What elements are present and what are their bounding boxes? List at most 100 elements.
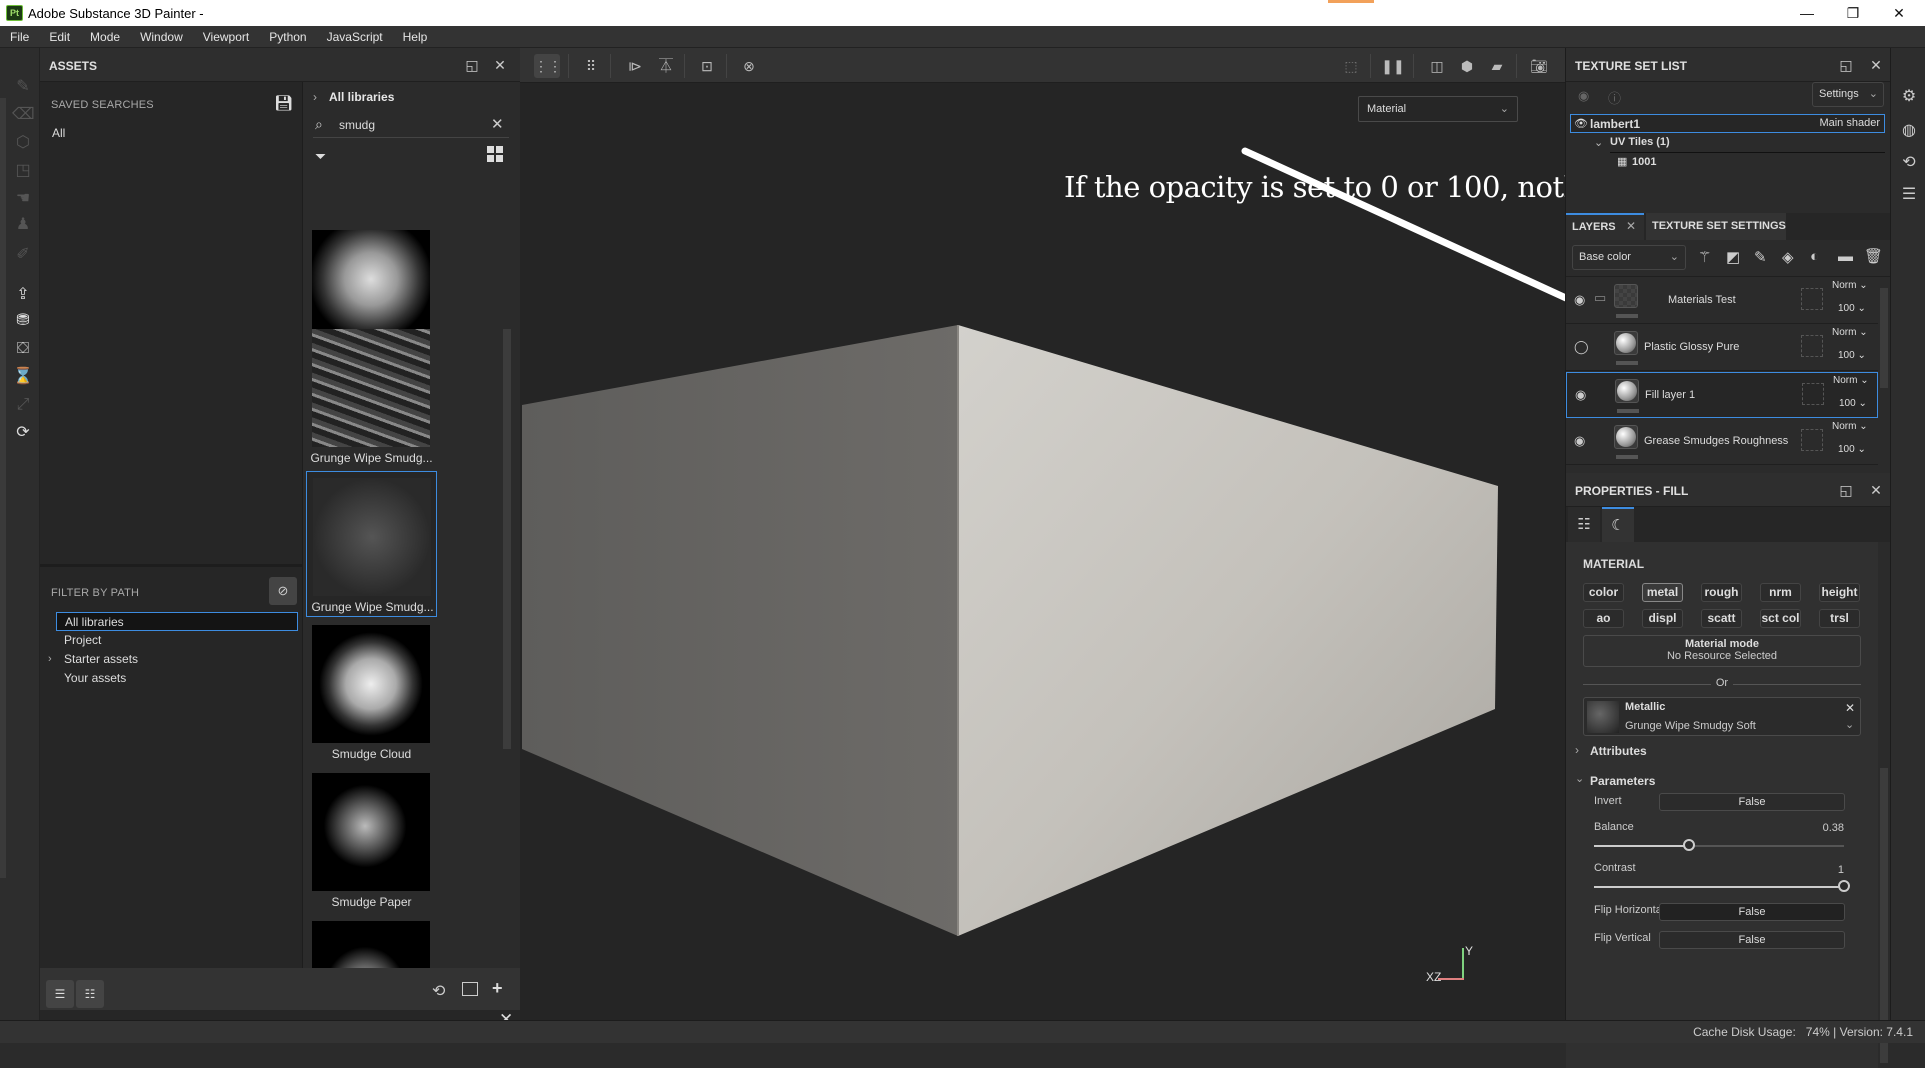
chevron-down-icon[interactable]: ⌄ [1594, 136, 1603, 149]
new-window-icon[interactable] [462, 982, 478, 996]
history-icon[interactable]: ⟲ [1899, 152, 1919, 172]
flip-vertical-toggle[interactable]: False [1659, 931, 1845, 949]
add-fill-layer-icon[interactable]: ◈ [1782, 248, 1794, 266]
layer-row[interactable]: ◉ Grease Smudges Roughness Norm ⌄ 100 ⌄ [1566, 419, 1878, 465]
filter-icon[interactable]: ⏷ [315, 148, 326, 165]
visibility-all-icon[interactable]: ◉ [1578, 88, 1589, 104]
delete-icon[interactable]: 🗑︎ [1864, 247, 1883, 265]
menu-file[interactable]: File [0, 26, 39, 48]
opacity[interactable]: 100 ⌄ [1838, 350, 1866, 361]
asset-item[interactable]: Smudge Cloud [306, 619, 437, 765]
menu-edit[interactable]: Edit [39, 26, 80, 48]
close-tab-icon[interactable]: ✕ [1626, 219, 1636, 233]
layer-row[interactable]: ◯ Plastic Glossy Pure Norm ⌄ 100 ⌄ [1566, 325, 1878, 371]
resource-slot[interactable]: Metallic Grunge Wipe Smudgy Soft ✕ ⌄ [1583, 697, 1861, 736]
scrollbar[interactable] [1880, 768, 1888, 1063]
blend-mode[interactable]: Norm ⌄ [1832, 421, 1868, 432]
folder-list-icon[interactable]: ☷ [76, 980, 104, 1008]
channel-nrm-button[interactable]: nrm [1760, 583, 1801, 602]
channel-displ-button[interactable]: displ [1642, 609, 1683, 628]
add-smart-material-icon[interactable]: ◐ [1810, 248, 1819, 265]
add-icon[interactable]: + [492, 978, 503, 999]
polygon-fill-icon[interactable]: ◳ [12, 160, 34, 182]
parameters-toggle[interactable]: Parameters [1590, 774, 1655, 788]
flip-horizontal-toggle[interactable]: False [1659, 903, 1845, 921]
opacity[interactable]: 100 ⌄ [1838, 303, 1866, 314]
save-search-list-icon[interactable]: ☰ [46, 980, 74, 1008]
channel-scatt-button[interactable]: scatt [1701, 609, 1742, 628]
channel-trsl-button[interactable]: trsl [1819, 609, 1860, 628]
saved-search-all[interactable]: All [52, 126, 65, 140]
close-window-button[interactable]: ✕ [1876, 0, 1922, 26]
maximize-button[interactable]: ❐ [1830, 0, 1876, 26]
menu-window[interactable]: Window [130, 26, 193, 48]
plugin-icon[interactable]: ⟳ [12, 422, 34, 444]
texture-set-row[interactable]: 👁︎ lambert1 Main shader [1570, 114, 1885, 133]
blend-mode[interactable]: Norm ⌄ [1833, 375, 1869, 386]
layer-mask-slot[interactable] [1801, 288, 1823, 310]
layer-name[interactable]: Fill layer 1 [1645, 389, 1695, 401]
add-paint-layer-icon[interactable]: ✎ [1754, 248, 1767, 266]
invert-toggle[interactable]: False [1659, 793, 1845, 811]
add-folder-icon[interactable]: ▬ [1838, 248, 1853, 265]
chevron-right-icon[interactable]: › [1575, 743, 1579, 757]
export-icon[interactable]: ⇪ [12, 284, 34, 306]
layer-name[interactable]: Materials Test [1668, 294, 1736, 306]
layer-mask-slot[interactable] [1802, 383, 1824, 405]
projection-icon[interactable]: ⬡ [12, 132, 34, 154]
menu-help[interactable]: Help [393, 26, 438, 48]
display-settings-icon[interactable]: ⚙ [1899, 86, 1919, 106]
menu-mode[interactable]: Mode [80, 26, 130, 48]
clone-stamp-icon[interactable]: ♟ [12, 214, 34, 236]
asset-item[interactable]: Grunge Wipe Smudg... [306, 323, 437, 469]
path-project[interactable]: Project [56, 631, 298, 650]
scrollbar[interactable] [1880, 288, 1888, 388]
grid-view-icon[interactable] [487, 146, 503, 162]
chevron-right-icon[interactable]: › [313, 90, 317, 104]
asset-item[interactable]: Grunge Wipe Smudg... [306, 471, 437, 617]
layer-mask-slot[interactable] [1801, 429, 1823, 451]
chevron-right-icon[interactable]: › [48, 650, 52, 669]
log-icon[interactable]: ☰ [1899, 184, 1919, 204]
clear-search-icon[interactable]: ✕ [491, 115, 504, 133]
resize-icon[interactable]: ⤢ [12, 394, 34, 416]
layer-name[interactable]: Plastic Glossy Pure [1644, 341, 1739, 353]
layer-settings-icon[interactable]: ☷ [1568, 507, 1600, 542]
asset-item[interactable]: Smudge Paper [306, 767, 437, 913]
blend-mode[interactable]: Norm ⌄ [1832, 327, 1868, 338]
bake-mesh-maps-icon[interactable]: ⛃ [12, 310, 34, 332]
close-panel-icon[interactable]: ✕ [492, 57, 508, 73]
channel-rough-button[interactable]: rough [1701, 583, 1742, 602]
layer-mask-slot[interactable] [1801, 335, 1823, 357]
float-panel-icon[interactable]: ◱ [464, 57, 480, 73]
color-picker-icon[interactable]: ✐ [12, 244, 34, 266]
material-mode-box[interactable]: Material mode No Resource Selected [1583, 635, 1861, 667]
close-panel-icon[interactable]: ✕ [1868, 57, 1884, 73]
search-field[interactable]: ⌕ smudg ✕ [313, 112, 509, 138]
contrast-value[interactable]: 1 [1814, 864, 1844, 876]
add-effect-icon[interactable]: ⚚ [1698, 248, 1711, 266]
channel-sct-col-button[interactable]: sct col [1760, 609, 1801, 628]
refresh-icon[interactable]: ⟲ [432, 981, 445, 1001]
viewport[interactable]: ⋮⋮ ⠿ ⧐ ⏄ ⊡ ⊗ ⬚ ❚❚ ◫ ⬢ ▰ 📷︎ Material ⌄ If… [520, 48, 1756, 1020]
float-panel-icon[interactable]: ◱ [1838, 57, 1854, 73]
eye-icon[interactable]: 👁︎ [1574, 117, 1588, 130]
menu-javascript[interactable]: JavaScript [317, 26, 393, 48]
layer-row[interactable]: ◉ Fill layer 1 Norm ⌄ 100 ⌄ [1566, 372, 1878, 418]
smudge-icon[interactable]: ☚ [12, 188, 34, 210]
chevron-down-icon[interactable]: ⌄ [1845, 718, 1854, 731]
hide-icon[interactable]: ⊘ [269, 577, 297, 605]
channel-dropdown[interactable]: Base color ⌄ [1572, 245, 1686, 270]
balance-slider[interactable] [1594, 845, 1844, 847]
tab-texture-set-settings[interactable]: TEXTURE SET SETTINGS [1646, 213, 1786, 240]
float-panel-icon[interactable]: ◱ [1838, 482, 1854, 498]
eye-icon[interactable]: ◉ [1575, 387, 1586, 403]
uv-tiles-label[interactable]: UV Tiles (1) [1610, 136, 1670, 148]
hourglass-icon[interactable]: ⌛ [12, 366, 34, 388]
contrast-slider[interactable] [1594, 886, 1844, 888]
opacity[interactable]: 100 ⌄ [1839, 398, 1867, 409]
material-tab-icon[interactable]: ☾ [1602, 507, 1634, 542]
paint-brush-icon[interactable]: ✎ [12, 76, 34, 98]
eye-icon[interactable]: ◉ [1574, 433, 1585, 449]
info-icon[interactable]: ⓘ [1608, 88, 1621, 107]
